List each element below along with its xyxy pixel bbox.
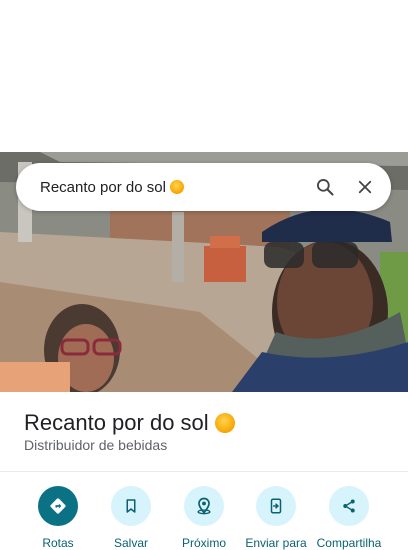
send-to-phone-button[interactable]: Enviar para (239, 486, 313, 550)
blank-top-area (0, 0, 408, 152)
search-icon (317, 179, 334, 196)
sun-emoji-icon (214, 413, 235, 433)
nearby-label: Próximo (181, 536, 226, 550)
nearby-icon (184, 486, 224, 526)
send-to-phone-icon (256, 486, 296, 526)
search-button[interactable] (305, 167, 345, 207)
directions-icon (38, 486, 78, 526)
place-details-panel: Recanto por do sol Distribuidor de bebid… (0, 392, 408, 550)
place-category: Distribuidor de bebidas (24, 437, 168, 453)
clear-search-button[interactable] (345, 167, 385, 207)
directions-label: Rotas (42, 536, 74, 550)
close-icon (358, 180, 372, 194)
divider (0, 471, 408, 472)
sun-emoji-icon (169, 179, 184, 194)
action-buttons-row: Rotas Salvar Próximo Enviar para Compart… (0, 486, 408, 550)
bookmark-icon (111, 486, 151, 526)
search-bar[interactable]: Recanto por do sol (16, 163, 391, 211)
save-button[interactable]: Salvar (94, 486, 168, 550)
share-button[interactable]: Compartilha (312, 486, 386, 550)
nearby-button[interactable]: Próximo (167, 486, 241, 550)
place-title: Recanto por do sol (24, 410, 235, 436)
share-icon (329, 486, 369, 526)
send-to-phone-label: Enviar para (245, 536, 307, 550)
search-query-text[interactable]: Recanto por do sol (40, 179, 305, 196)
share-label: Compartilha (316, 536, 382, 550)
save-label: Salvar (113, 536, 148, 550)
directions-button[interactable]: Rotas (21, 486, 95, 550)
